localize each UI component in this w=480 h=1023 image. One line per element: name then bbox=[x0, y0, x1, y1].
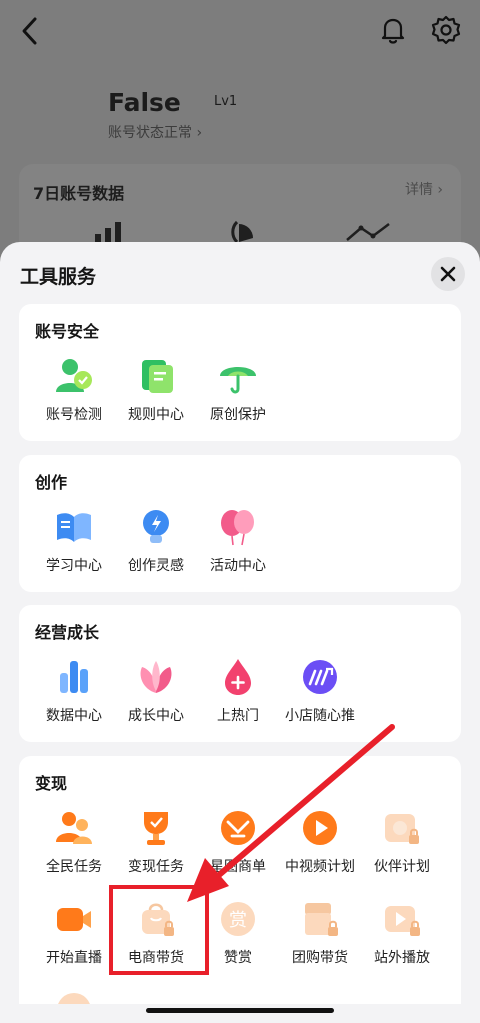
tool-label: 电商带货 bbox=[128, 950, 184, 966]
tool-growth-center[interactable]: 成长中心 bbox=[115, 657, 197, 737]
sheet-title: 工具服务 bbox=[20, 266, 97, 288]
tool-label: 创作灵感 bbox=[128, 558, 184, 574]
tool-label: 中视频计划 bbox=[285, 859, 355, 875]
tool-label: 成长中心 bbox=[128, 708, 184, 724]
tool-label: 数据中心 bbox=[46, 708, 102, 724]
home-indicator[interactable] bbox=[146, 1008, 334, 1013]
tool-creative-inspiration[interactable]: 创作灵感 bbox=[115, 507, 197, 587]
people-task-icon bbox=[56, 812, 92, 844]
trophy-icon bbox=[144, 812, 168, 845]
tool-account-check[interactable]: 账号检测 bbox=[33, 356, 115, 436]
section-monetization: 变现 全民任务 变现任务 星图商单 中视频计划 伙伴计划 开始直播 电商带货 赏… bbox=[19, 756, 461, 1023]
group-buy-locked-icon bbox=[305, 903, 338, 936]
camera-icon bbox=[57, 908, 91, 931]
section-creation: 创作 学习中心 创作灵感 活动中心 bbox=[19, 455, 461, 592]
tool-label: 小店随心推 bbox=[285, 708, 355, 724]
tool-label: 账号检测 bbox=[46, 407, 102, 423]
tool-learning-center[interactable]: 学习中心 bbox=[33, 507, 115, 587]
video-play-icon bbox=[303, 811, 337, 845]
tool-label: 开始直播 bbox=[46, 950, 102, 966]
tool-original-protection[interactable]: 原创保护 bbox=[197, 356, 279, 436]
bar-chart-icon bbox=[95, 222, 121, 242]
tool-activity-center[interactable]: 活动中心 bbox=[197, 507, 279, 587]
tool-label: 规则中心 bbox=[128, 407, 184, 423]
tool-monetize-task[interactable]: 变现任务 bbox=[115, 808, 197, 888]
tool-label: 活动中心 bbox=[210, 558, 266, 574]
profile-name: False bbox=[108, 88, 181, 117]
tool-data-center[interactable]: 数据中心 bbox=[33, 657, 115, 737]
section-title: 经营成长 bbox=[35, 623, 100, 642]
promote-icon bbox=[303, 660, 337, 694]
bell-icon[interactable] bbox=[378, 14, 408, 46]
tool-partner-plan[interactable]: 伙伴计划 bbox=[361, 808, 443, 888]
tool-ecommerce-sales[interactable]: 电商带货 bbox=[115, 899, 197, 979]
account-status-link[interactable]: 账号状态正常 › bbox=[108, 122, 202, 142]
umbrella-icon bbox=[220, 367, 256, 394]
home-indicator-area bbox=[0, 1004, 480, 1023]
gear-icon[interactable] bbox=[430, 14, 462, 46]
tool-star-map-orders[interactable]: 星图商单 bbox=[197, 808, 279, 888]
reward-icon: 赏 bbox=[221, 902, 255, 936]
star-map-icon bbox=[221, 811, 255, 845]
tool-hot-boost[interactable]: 上热门 bbox=[197, 657, 279, 737]
tool-label: 上热门 bbox=[217, 708, 259, 724]
tool-label: 赞赏 bbox=[224, 950, 252, 966]
account-check-icon bbox=[56, 359, 92, 392]
tool-label: 全民任务 bbox=[46, 859, 102, 875]
line-chart-icon bbox=[346, 223, 390, 241]
bar-chart-icon bbox=[60, 661, 88, 693]
close-button[interactable] bbox=[431, 257, 465, 291]
reward-glyph: 赏 bbox=[229, 910, 247, 931]
tool-start-live[interactable]: 开始直播 bbox=[33, 899, 115, 979]
shopping-bag-locked-icon bbox=[142, 903, 174, 936]
fire-drop-icon bbox=[225, 659, 251, 695]
tool-people-task[interactable]: 全民任务 bbox=[33, 808, 115, 888]
tool-label: 变现任务 bbox=[128, 859, 184, 875]
tool-mid-video-plan[interactable]: 中视频计划 bbox=[279, 808, 361, 888]
tool-label: 学习中心 bbox=[46, 558, 102, 574]
tool-shop-promote[interactable]: 小店随心推 bbox=[279, 657, 361, 737]
data-card-title: 7日账号数据 bbox=[33, 184, 125, 203]
external-play-locked-icon bbox=[385, 906, 420, 936]
partner-locked-icon bbox=[385, 814, 419, 844]
tool-external-play[interactable]: 站外播放 bbox=[361, 899, 443, 979]
book-icon bbox=[57, 513, 91, 542]
data-card-more-link[interactable]: 详情 › bbox=[405, 179, 443, 199]
close-icon bbox=[440, 266, 456, 282]
tool-label: 星图商单 bbox=[210, 859, 266, 875]
tool-services-sheet: 工具服务 账号安全 账号检测 规则中心 原创保护 创作 学习中心 创作灵感 活动… bbox=[0, 242, 480, 1023]
tool-label: 原创保护 bbox=[210, 407, 266, 423]
section-title: 账号安全 bbox=[35, 322, 100, 341]
lightbulb-icon bbox=[143, 510, 169, 543]
section-title: 创作 bbox=[35, 473, 68, 492]
tool-label: 伙伴计划 bbox=[374, 859, 430, 875]
tool-label: 团购带货 bbox=[292, 950, 348, 966]
back-arrow-icon[interactable] bbox=[16, 14, 46, 48]
tool-rules-center[interactable]: 规则中心 bbox=[115, 356, 197, 436]
rules-icon bbox=[142, 360, 173, 393]
balloon-icon bbox=[221, 510, 254, 546]
level-badge: Lv1 bbox=[214, 94, 238, 109]
tool-reward[interactable]: 赏 赞赏 bbox=[197, 899, 279, 979]
section-title: 变现 bbox=[35, 774, 68, 793]
section-business-growth: 经营成长 数据中心 成长中心 上热门 小店随心推 bbox=[19, 605, 461, 742]
tool-label: 站外播放 bbox=[374, 950, 430, 966]
tool-group-buy[interactable]: 团购带货 bbox=[279, 899, 361, 979]
pie-chart-icon bbox=[231, 220, 253, 242]
lotus-icon bbox=[140, 661, 172, 693]
section-account-security: 账号安全 账号检测 规则中心 原创保护 bbox=[19, 304, 461, 441]
